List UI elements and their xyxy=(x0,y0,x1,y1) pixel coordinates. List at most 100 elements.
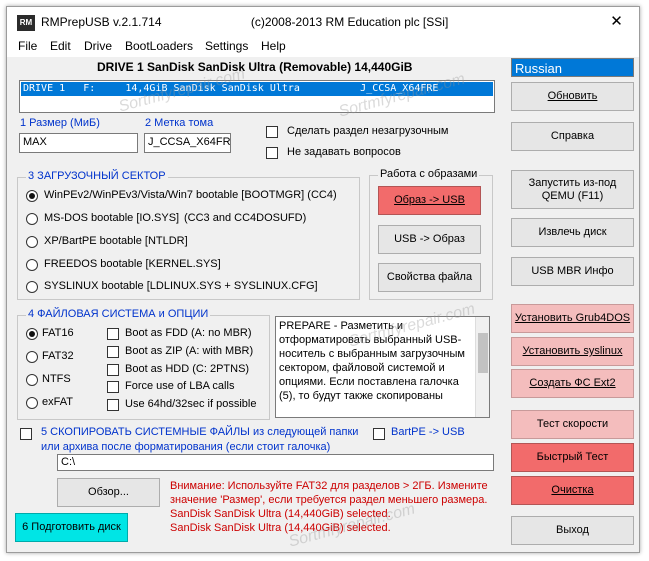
fs-label-exfat: exFAT xyxy=(42,396,73,408)
qemu-label: Запустить из-под QEMU (F11) xyxy=(528,176,617,202)
opt-checkbox-zip[interactable] xyxy=(107,346,119,358)
opt-checkbox-fdd[interactable] xyxy=(107,328,119,340)
bootsector-title: 3 ЗАГРУЗОЧНЫЙ СЕКТОР xyxy=(26,170,168,182)
eject-button[interactable]: Извлечь диск xyxy=(511,218,634,247)
speed-test-button[interactable]: Тест скорости xyxy=(511,410,634,439)
help-label: Справка xyxy=(550,130,595,142)
bootsector-radio-msdos[interactable] xyxy=(26,213,38,225)
no-prompts-label: Не задавать вопросов xyxy=(287,146,401,158)
opt-checkbox-hdd[interactable] xyxy=(107,364,119,376)
title-bar: RM RMPrepUSB v.2.1.714 (c)2008-2013 RM E… xyxy=(7,7,639,37)
opt-label-lba: Force use of LBA calls xyxy=(125,380,235,392)
window-title-text: RMPrepUSB v.2.1.714 xyxy=(41,15,162,29)
copy-path-input[interactable]: C:\ xyxy=(57,454,494,471)
opt-label-64hd: Use 64hd/32sec if possible xyxy=(125,398,257,410)
quick-test-button[interactable]: Быстрый Тест xyxy=(511,443,634,472)
drive-header: DRIVE 1 SanDisk SanDisk Ultra (Removable… xyxy=(97,60,413,74)
usb-to-image-button[interactable]: USB -> Образ xyxy=(378,225,481,254)
drive-list[interactable]: DRIVE 1 F: 14,4GiB SanDisk SanDisk Ultra… xyxy=(19,80,495,113)
refresh-label: Обновить xyxy=(547,90,598,102)
copy-files-checkbox[interactable] xyxy=(20,428,32,440)
clean-label: Очистка xyxy=(551,484,594,496)
size-input[interactable]: MAX xyxy=(19,133,138,153)
menu-bar: File Edit Drive BootLoaders Settings Hel… xyxy=(7,37,639,57)
window-title: RMPrepUSB v.2.1.714 (c)2008-2013 RM Educ… xyxy=(41,15,448,29)
menu-settings[interactable]: Settings xyxy=(205,39,248,53)
fs-label-ntfs: NTFS xyxy=(42,373,71,385)
exit-button[interactable]: Выход xyxy=(511,516,634,545)
prepare-drive-button[interactable]: 6 Подготовить диск xyxy=(15,513,128,542)
info-text: PREPARE - Разметить и отформатировать вы… xyxy=(279,320,465,402)
menu-file[interactable]: File xyxy=(18,39,37,53)
menu-drive[interactable]: Drive xyxy=(84,39,112,53)
grub4dos-label: Установить Grub4DOS xyxy=(514,312,631,324)
fs-label-fat32: FAT32 xyxy=(42,350,74,362)
volume-label-input[interactable]: J_CCSA_X64FRE xyxy=(144,133,231,153)
images-title: Работа с образами xyxy=(378,168,480,180)
no-prompts-checkbox[interactable] xyxy=(266,147,278,159)
bootsector-label-syslinux: SYSLINUX bootable [LDLINUX.SYS + SYSLINU… xyxy=(44,280,318,292)
file-properties-label: Свойства файла xyxy=(386,271,473,283)
bartpe-label: BartPE -> USB xyxy=(391,426,465,438)
bartpe-checkbox[interactable] xyxy=(373,428,385,440)
grub4dos-button[interactable]: Установить Grub4DOS xyxy=(511,304,634,333)
bootsector-radio-winpe[interactable] xyxy=(26,190,38,202)
syslinux-label: Установить syslinux xyxy=(522,345,623,357)
window-copyright: (c)2008-2013 RM Education plc [SSi] xyxy=(250,15,449,29)
bootsector-label-winpe: WinPEv2/WinPEv3/Vista/Win7 bootable [BOO… xyxy=(44,189,337,201)
menu-edit[interactable]: Edit xyxy=(50,39,71,53)
bootsector-radio-freedos[interactable] xyxy=(26,259,38,271)
prepare-drive-label: 6 Подготовить диск xyxy=(22,521,121,533)
status-line-1: SanDisk SanDisk Ultra (14,440GiB) select… xyxy=(170,508,391,520)
syslinux-button[interactable]: Установить syslinux xyxy=(511,337,634,366)
menu-help[interactable]: Help xyxy=(261,39,286,53)
fs-radio-fat16[interactable] xyxy=(26,328,38,340)
image-to-usb-button[interactable]: Образ -> USB xyxy=(378,186,481,215)
status-line-2: SanDisk SanDisk Ultra (14,440GiB) select… xyxy=(170,522,391,534)
info-scrollbar[interactable] xyxy=(475,317,489,417)
size-label: 1 Размер (МиБ) xyxy=(20,117,100,129)
opt-label-zip: Boot as ZIP (A: with MBR) xyxy=(125,345,254,357)
bootsector-label-xp: XP/BartPE bootable [NTLDR] xyxy=(44,235,188,247)
speed-test-label: Тест скорости xyxy=(536,418,609,430)
bootsector-label-msdos: MS-DOS bootable [IO.SYS] xyxy=(44,212,180,224)
bootsector-extra-msdos: (CC3 and CC4DOSUFD) xyxy=(184,212,307,224)
bootsector-radio-syslinux[interactable] xyxy=(26,281,38,293)
fs-radio-fat32[interactable] xyxy=(26,351,38,363)
browse-label: Обзор... xyxy=(88,486,129,498)
opt-checkbox-lba[interactable] xyxy=(107,381,119,393)
eject-label: Извлечь диск xyxy=(538,226,607,238)
help-button[interactable]: Справка xyxy=(511,122,634,151)
image-to-usb-label: Образ -> USB xyxy=(394,194,465,206)
bootsector-radio-xp[interactable] xyxy=(26,236,38,248)
fs-radio-ntfs[interactable] xyxy=(26,374,38,386)
mbr-info-button[interactable]: USB MBR Инфо xyxy=(511,257,634,286)
qemu-button[interactable]: Запустить из-под QEMU (F11) xyxy=(511,170,634,209)
filesystem-title: 4 ФАЙЛОВАЯ СИСТЕМА и ОПЦИИ xyxy=(26,308,211,320)
nonboot-checkbox[interactable] xyxy=(266,126,278,138)
close-icon[interactable]: ✕ xyxy=(594,7,639,37)
app-window: RM RMPrepUSB v.2.1.714 (c)2008-2013 RM E… xyxy=(6,6,640,553)
clean-button[interactable]: Очистка xyxy=(511,476,634,505)
quick-test-label: Быстрый Тест xyxy=(536,451,609,463)
browse-button[interactable]: Обзор... xyxy=(57,478,160,507)
bootsector-label-freedos: FREEDOS bootable [KERNEL.SYS] xyxy=(44,258,221,270)
copy-files-label-1: 5 СКОПИРОВАТЬ СИСТЕМНЫЕ ФАЙЛЫ из следующ… xyxy=(41,426,359,438)
mbr-info-label: USB MBR Инфо xyxy=(531,265,614,277)
drive-list-row[interactable]: DRIVE 1 F: 14,4GiB SanDisk SanDisk Ultra… xyxy=(21,82,493,96)
file-properties-button[interactable]: Свойства файла xyxy=(378,263,481,292)
opt-label-hdd: Boot as HDD (C: 2PTNS) xyxy=(125,363,250,375)
menu-bootloaders[interactable]: BootLoaders xyxy=(125,39,193,53)
app-icon: RM xyxy=(17,15,35,31)
opt-checkbox-64hd[interactable] xyxy=(107,399,119,411)
info-scrollbar-thumb[interactable] xyxy=(478,333,488,373)
language-select[interactable]: Russian xyxy=(511,58,634,77)
status-area: Внимание: Используйте FAT32 для разделов… xyxy=(170,479,500,535)
refresh-button[interactable]: Обновить xyxy=(511,82,634,111)
ext2-button[interactable]: Создать ФС Ext2 xyxy=(511,369,634,398)
exit-label: Выход xyxy=(556,524,589,536)
info-textbox[interactable]: PREPARE - Разметить и отформатировать вы… xyxy=(275,316,490,418)
ext2-label: Создать ФС Ext2 xyxy=(529,377,616,389)
fs-radio-exfat[interactable] xyxy=(26,397,38,409)
nonboot-label: Сделать раздел незагрузочным xyxy=(287,125,449,137)
